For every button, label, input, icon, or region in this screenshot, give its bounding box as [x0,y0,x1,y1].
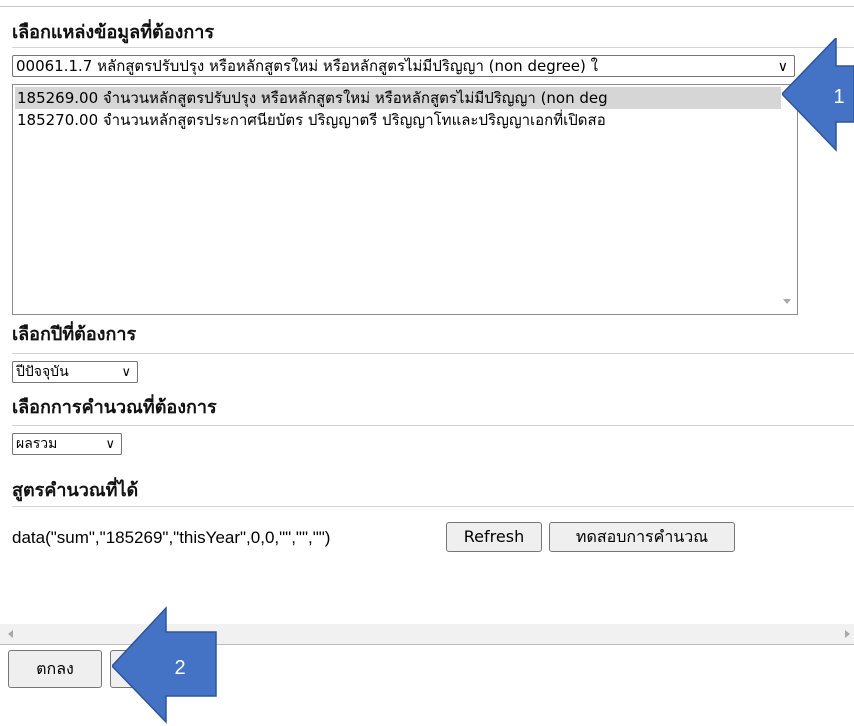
source-section-divider [12,47,854,48]
chevron-down-icon: ∨ [121,365,131,380]
list-item-label: 185269.00 จำนวนหลักสูตรปรับปรุง หรือหลัก… [17,89,608,107]
scroll-right-icon[interactable] [845,630,850,638]
list-item[interactable]: 185269.00 จำนวนหลักสูตรปรับปรุง หรือหลัก… [15,87,781,109]
list-item-label: 185270.00 จำนวนหลักสูตรประกาศนียบัตร ปริ… [17,111,606,129]
source-dropdown[interactable]: 00061.1.7 หลักสูตรปรับปรุง หรือหลักสูตรใ… [12,55,795,77]
chevron-down-icon: ∨ [105,437,115,452]
calc-section-divider [12,425,854,426]
refresh-button[interactable]: Refresh [446,522,542,552]
callout-arrow-2: 2 [112,606,217,724]
calc-dropdown[interactable]: ผลรวม ∨ [12,433,122,455]
source-dropdown-value: 00061.1.7 หลักสูตรปรับปรุง หรือหลักสูตรใ… [16,57,598,75]
calc-section-title: เลือกการคำนวณที่ต้องการ [12,397,217,418]
year-section-title: เลือกปีที่ต้องการ [12,324,137,345]
source-section-title: เลือกแหล่งข้อมูลที่ต้องการ [12,22,215,43]
callout-label-2: 2 [174,657,185,679]
list-item[interactable]: 185270.00 จำนวนหลักสูตรประกาศนียบัตร ปริ… [15,109,781,131]
source-listbox[interactable]: 185269.00 จำนวนหลักสูตรปรับปรุง หรือหลัก… [12,84,798,315]
year-section-divider [12,353,854,354]
ok-button[interactable]: ตกลง [8,650,102,688]
formula-section-title: สูตรคำนวณที่ได้ [12,480,139,501]
calc-dropdown-value: ผลรวม [16,436,58,452]
year-dropdown-value: ปีปัจจุบัน [16,364,69,380]
callout-arrow-1: 1 [782,38,854,152]
year-dropdown[interactable]: ปีปัจจุบัน ∨ [12,361,138,383]
scroll-left-icon[interactable] [8,630,13,638]
test-calculation-button[interactable]: ทดสอบการคำนวณ [549,522,735,552]
formula-text: data("sum","185269","thisYear",0,0,"",""… [12,528,331,547]
top-divider [0,6,854,7]
scroll-down-icon[interactable] [783,299,791,304]
formula-section-divider [12,506,854,507]
callout-label-1: 1 [833,86,844,108]
callout-arrow-shape [112,606,217,724]
